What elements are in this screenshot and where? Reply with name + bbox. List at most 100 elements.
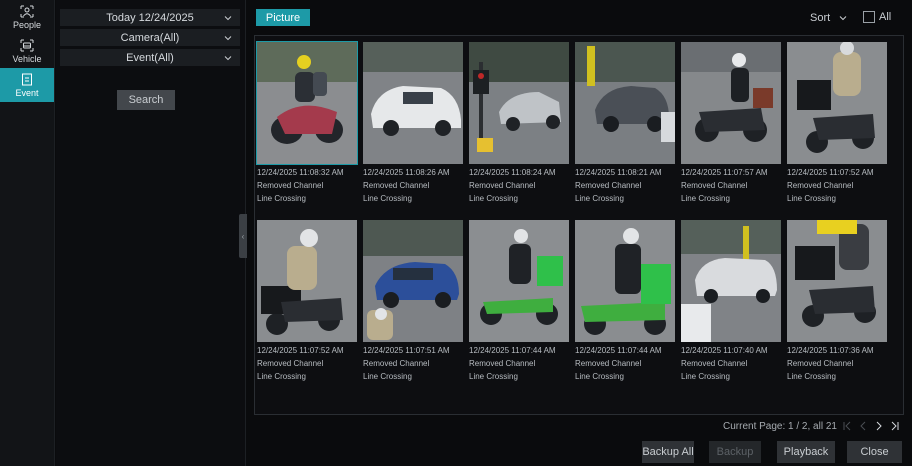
filter-panel: Today 12/24/2025 Camera(All) Event(All) … (56, 0, 246, 466)
result-card[interactable]: 12/24/2025 11:07:44 AM Removed Channel L… (469, 220, 569, 383)
snapshot-image (787, 220, 887, 342)
search-button[interactable]: Search (117, 90, 175, 110)
result-card[interactable]: 12/24/2025 11:08:32 AM Removed Channel L… (256, 41, 358, 205)
result-time: 12/24/2025 11:08:32 AM (257, 168, 344, 177)
result-time: 12/24/2025 11:07:40 AM (681, 346, 768, 355)
result-event: Line Crossing (257, 372, 306, 381)
close-button[interactable]: Close (847, 441, 902, 463)
result-channel: Removed Channel (681, 359, 748, 368)
snapshot-image (363, 42, 463, 164)
result-channel: Removed Channel (469, 181, 536, 190)
prev-page-icon[interactable] (857, 420, 869, 432)
last-page-icon[interactable] (889, 420, 901, 432)
event-select-value: Event(All) (126, 51, 174, 64)
chevron-down-icon (224, 16, 232, 21)
result-card[interactable]: 12/24/2025 11:07:51 AM Removed Channel L… (363, 220, 463, 383)
result-time: 12/24/2025 11:08:24 AM (469, 168, 556, 177)
result-time: 12/24/2025 11:07:36 AM (787, 346, 874, 355)
result-card[interactable]: 12/24/2025 11:07:36 AM Removed Channel L… (787, 220, 887, 383)
result-channel: Removed Channel (575, 181, 642, 190)
chevron-left-icon: ‹ (241, 231, 245, 241)
result-time: 12/24/2025 11:08:21 AM (575, 168, 662, 177)
rail-label-event: Event (15, 87, 39, 98)
result-event: Line Crossing (681, 194, 730, 203)
result-channel: Removed Channel (469, 359, 536, 368)
result-event: Line Crossing (363, 194, 412, 203)
snapshot-image (575, 220, 675, 342)
result-time: 12/24/2025 11:07:44 AM (575, 346, 662, 355)
result-channel: Removed Channel (787, 181, 854, 190)
result-event: Line Crossing (363, 372, 412, 381)
backup-button[interactable]: Backup (709, 441, 761, 463)
result-time: 12/24/2025 11:07:52 AM (787, 168, 874, 177)
camera-select[interactable]: Camera(All) (60, 29, 240, 47)
result-time: 12/24/2025 11:07:57 AM (681, 168, 768, 177)
result-time: 12/24/2025 11:08:26 AM (363, 168, 450, 177)
date-select-value: Today 12/24/2025 (106, 11, 194, 24)
result-card[interactable]: 12/24/2025 11:08:26 AM Removed Channel L… (363, 42, 463, 205)
select-all-checkbox[interactable]: All (863, 11, 891, 23)
select-all-label: All (879, 11, 892, 23)
results-grid: 12/24/2025 11:08:32 AM Removed Channel L… (254, 35, 904, 415)
result-event: Line Crossing (575, 372, 624, 381)
backup-all-button[interactable]: Backup All (642, 441, 694, 463)
result-event: Line Crossing (257, 194, 306, 203)
sort-dropdown[interactable]: Sort (810, 12, 848, 24)
next-page-icon[interactable] (873, 420, 885, 432)
first-page-icon[interactable] (841, 420, 853, 432)
tab-picture[interactable]: Picture (256, 9, 310, 26)
result-event: Line Crossing (681, 372, 730, 381)
result-event: Line Crossing (469, 194, 518, 203)
result-channel: Removed Channel (787, 359, 854, 368)
rail-item-event[interactable]: Event (0, 68, 54, 102)
event-select[interactable]: Event(All) (60, 49, 240, 67)
vehicle-icon (19, 39, 35, 53)
page-info: Current Page: 1 / 2, all 21 (723, 420, 837, 432)
snapshot-image (256, 41, 358, 165)
main-area: Picture Sort All 12/24/2025 11:08:32 AM … (247, 0, 912, 466)
sort-label: Sort (810, 12, 831, 24)
result-channel: Removed Channel (363, 359, 430, 368)
result-time: 12/24/2025 11:07:52 AM (257, 346, 344, 355)
result-card[interactable]: 12/24/2025 11:07:40 AM Removed Channel L… (681, 220, 781, 383)
rail-label-vehicle: Vehicle (12, 53, 42, 64)
result-event: Line Crossing (575, 194, 624, 203)
result-card[interactable]: 12/24/2025 11:08:24 AM Removed Channel L… (469, 42, 569, 205)
collapse-panel-handle[interactable]: ‹ (239, 214, 247, 258)
result-card[interactable]: 12/24/2025 11:07:52 AM Removed Channel L… (257, 220, 357, 383)
date-select[interactable]: Today 12/24/2025 (60, 9, 240, 27)
playback-button[interactable]: Playback (777, 441, 835, 463)
chevron-down-icon (839, 16, 847, 21)
checkbox-box[interactable] (863, 11, 875, 23)
snapshot-image (787, 42, 887, 164)
result-channel: Removed Channel (363, 181, 430, 190)
rail-item-people[interactable]: People (0, 0, 54, 34)
result-time: 12/24/2025 11:07:44 AM (469, 346, 556, 355)
rail-label-people: People (12, 19, 42, 30)
result-card[interactable]: 12/24/2025 11:07:44 AM Removed Channel L… (575, 220, 675, 383)
result-channel: Removed Channel (257, 181, 324, 190)
result-card[interactable]: 12/24/2025 11:07:52 AM Removed Channel L… (787, 42, 887, 205)
snapshot-image (575, 42, 675, 164)
chevron-down-icon (224, 36, 232, 41)
result-channel: Removed Channel (575, 359, 642, 368)
result-event: Line Crossing (787, 372, 836, 381)
rail-item-vehicle[interactable]: Vehicle (0, 34, 54, 68)
snapshot-image (363, 220, 463, 342)
people-icon (19, 5, 35, 19)
chevron-down-icon (224, 56, 232, 61)
result-card[interactable]: 12/24/2025 11:07:57 AM Removed Channel L… (681, 42, 781, 205)
result-card[interactable]: 12/24/2025 11:08:21 AM Removed Channel L… (575, 42, 675, 205)
result-event: Line Crossing (469, 372, 518, 381)
left-rail: People Vehicle Event (0, 0, 55, 466)
camera-select-value: Camera(All) (120, 31, 180, 44)
event-icon (19, 73, 35, 87)
snapshot-image (257, 220, 357, 342)
result-event: Line Crossing (787, 194, 836, 203)
pagination: Current Page: 1 / 2, all 21 (723, 420, 901, 432)
result-channel: Removed Channel (257, 359, 324, 368)
snapshot-image (469, 220, 569, 342)
result-channel: Removed Channel (681, 181, 748, 190)
result-time: 12/24/2025 11:07:51 AM (363, 346, 450, 355)
snapshot-image (681, 220, 781, 342)
